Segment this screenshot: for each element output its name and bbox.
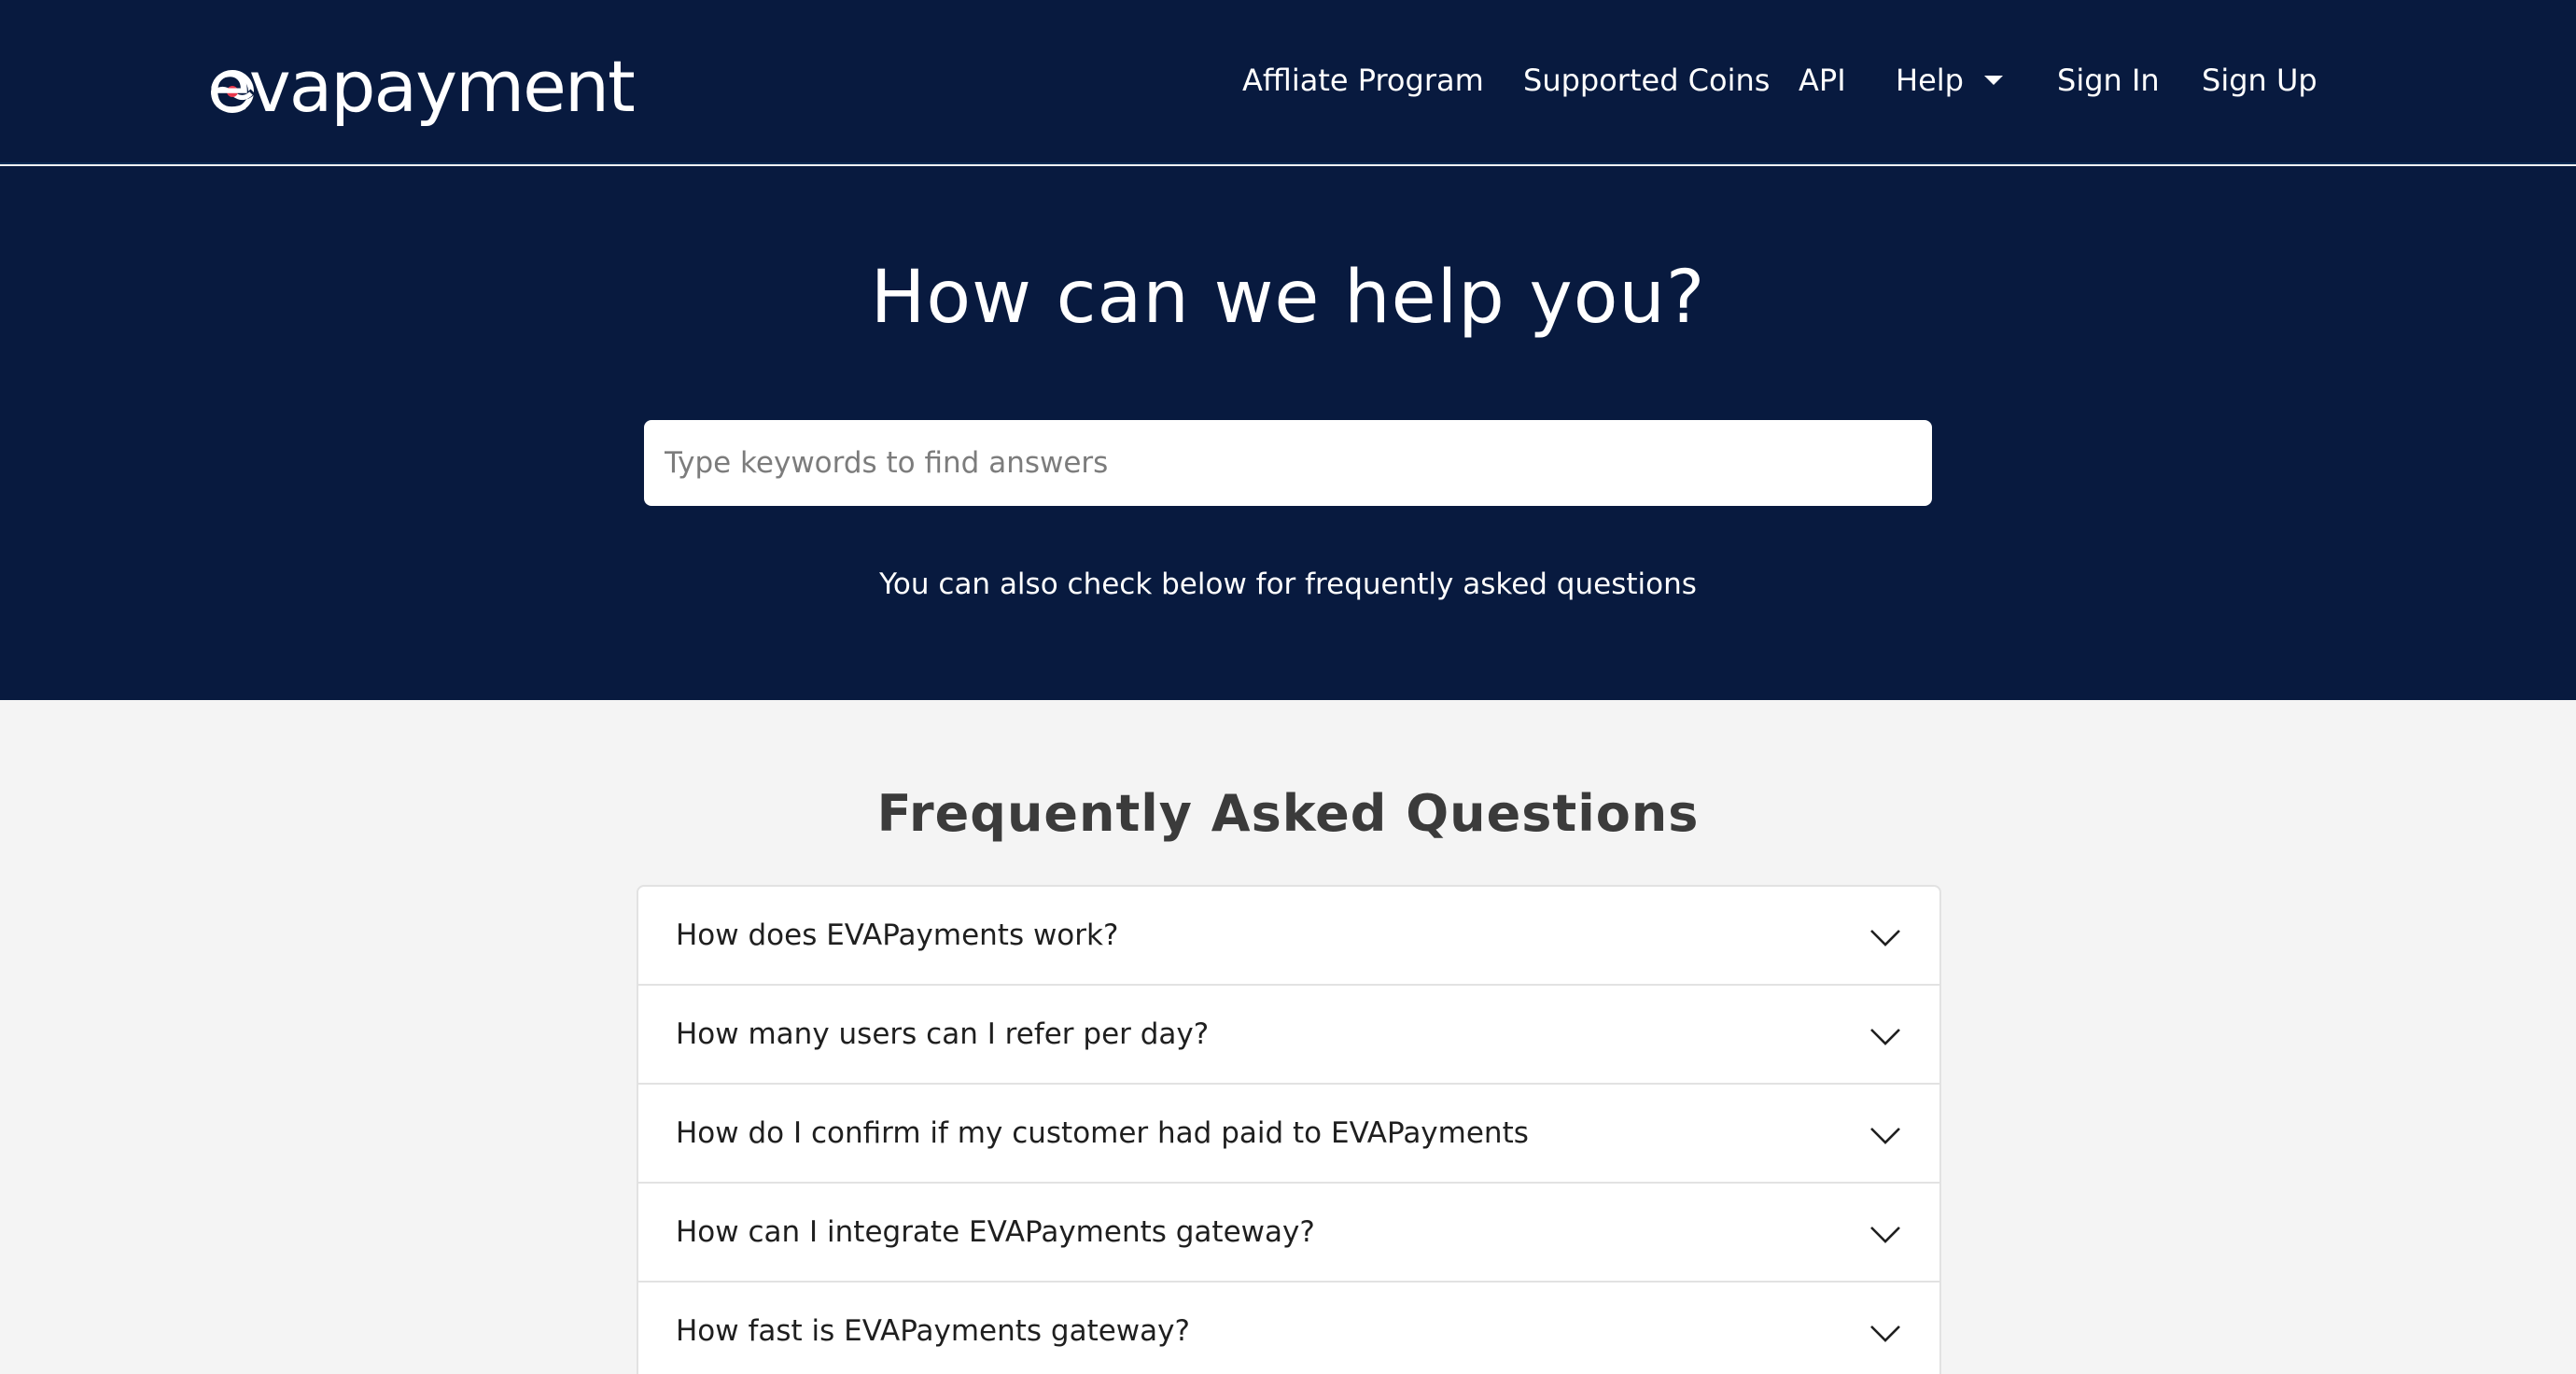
main-nav: Affliate Program Supported Coins API Hel…	[0, 54, 2576, 106]
faq-item[interactable]: How does EVAPayments work?	[638, 887, 1939, 986]
faq-item[interactable]: How do I confirm if my customer had paid…	[638, 1085, 1939, 1184]
caret-down-icon	[1983, 76, 2003, 85]
faq-accordion: How does EVAPayments work? How many user…	[637, 885, 1941, 1374]
faq-question: How do I confirm if my customer had paid…	[676, 1116, 1529, 1150]
faq-question: How fast is EVAPayments gateway?	[676, 1314, 1190, 1348]
faq-item[interactable]: How fast is EVAPayments gateway?	[638, 1283, 1939, 1374]
nav-sign-up[interactable]: Sign Up	[2202, 54, 2317, 106]
faq-question: How many users can I refer per day?	[676, 1017, 1210, 1051]
chevron-down-icon	[1870, 1029, 1900, 1045]
search-input[interactable]	[644, 420, 1932, 506]
page-title: How can we help you?	[870, 256, 1706, 340]
nav-help-label: Help	[1896, 63, 1964, 98]
chevron-down-icon	[1870, 930, 1900, 946]
faq-item[interactable]: How can I integrate EVAPayments gateway?	[638, 1184, 1939, 1283]
chevron-down-icon	[1870, 1128, 1900, 1144]
faq-question: How does EVAPayments work?	[676, 918, 1119, 952]
nav-sign-in[interactable]: Sign In	[2057, 54, 2160, 106]
search-box	[644, 420, 1932, 506]
nav-help-dropdown[interactable]: Help	[1896, 54, 2003, 106]
top-navbar: evapayment Affliate Program Supported Co…	[0, 0, 2576, 164]
chevron-down-icon	[1870, 1227, 1900, 1243]
faq-item[interactable]: How many users can I refer per day?	[638, 986, 1939, 1085]
help-hero: How can we help you? You can also check …	[0, 166, 2576, 700]
faq-question: How can I integrate EVAPayments gateway?	[676, 1215, 1315, 1249]
hero-subtitle: You can also check below for frequently …	[879, 568, 1697, 601]
nav-supported-coins[interactable]: Supported Coins	[1523, 54, 1770, 106]
chevron-down-icon	[1870, 1325, 1900, 1342]
nav-affiliate-program[interactable]: Affliate Program	[1242, 54, 1484, 106]
nav-api[interactable]: API	[1799, 54, 1846, 106]
faq-heading: Frequently Asked Questions	[876, 784, 1700, 843]
